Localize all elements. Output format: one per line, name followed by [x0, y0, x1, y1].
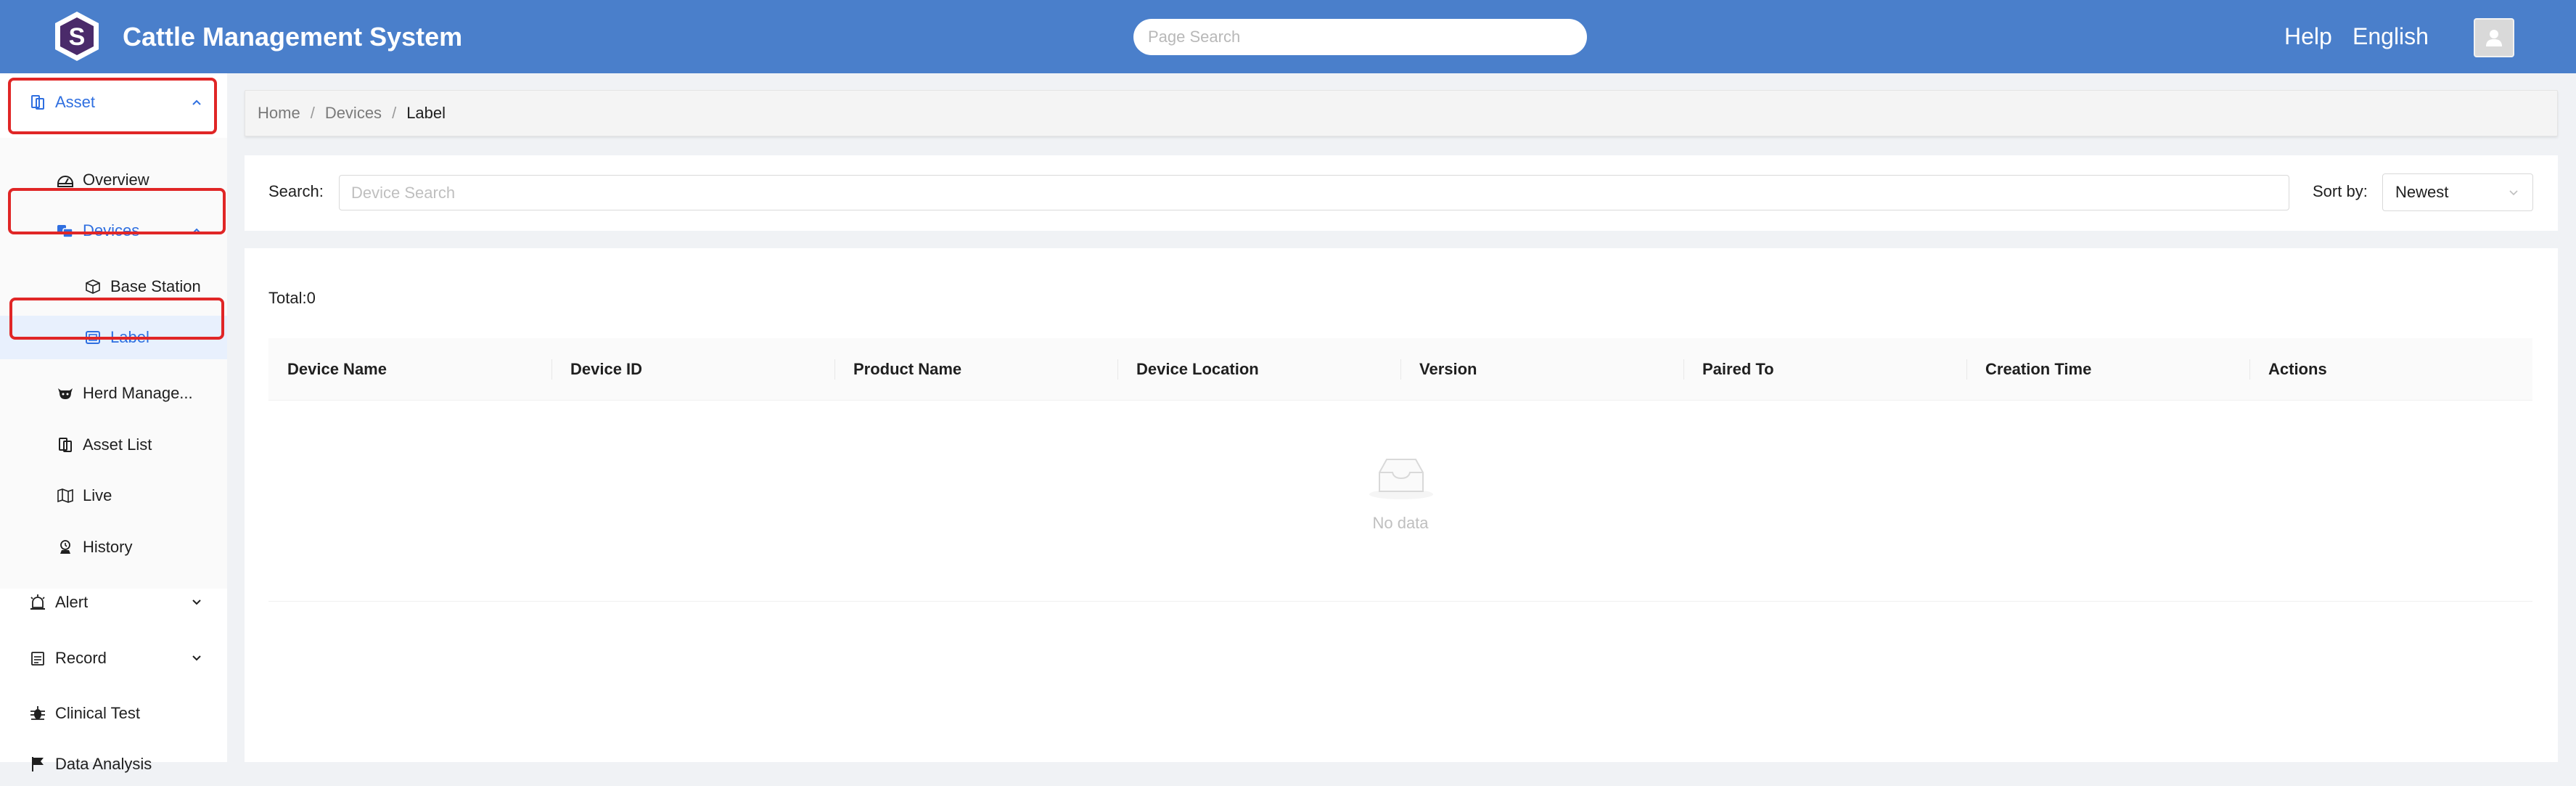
history-icon — [55, 537, 75, 557]
sidebar-item-label: Label — [110, 328, 149, 346]
sidebar-item-label: Alert — [55, 593, 89, 611]
chevron-up-icon — [192, 228, 201, 234]
breadcrumb-label: Label — [406, 104, 446, 122]
sidebar-item-overview[interactable]: Overview — [0, 158, 227, 202]
calendar-icon — [28, 648, 48, 668]
chevron-down-icon — [192, 655, 201, 661]
cow-icon — [55, 383, 75, 404]
column-header-paired-to[interactable]: Paired To — [1683, 338, 1966, 401]
total-count: Total:0 — [268, 289, 316, 307]
user-icon — [2486, 30, 2502, 46]
sidebar-item-label: Asset — [55, 93, 96, 111]
sidebar: Asset Overview Devices Base Station Labe… — [0, 73, 227, 773]
column-header-device-name[interactable]: Device Name — [268, 338, 551, 401]
table-header: Device Name Device ID Product Name Devic… — [268, 338, 2532, 401]
svg-text:S: S — [69, 23, 86, 51]
device-search-input[interactable] — [339, 175, 2289, 210]
sidebar-item-clinical-test[interactable]: Clinical Test — [0, 692, 227, 735]
sidebar-item-label: Overview — [83, 171, 149, 189]
sidebar-item-label: Data Analysis — [55, 755, 152, 773]
app-title: Cattle Management System — [123, 21, 463, 52]
alarm-icon — [28, 592, 48, 613]
breadcrumb-home[interactable]: Home — [258, 104, 300, 123]
sort-select-value: Newest — [2395, 183, 2449, 201]
empty-text: No data — [1372, 514, 1429, 532]
column-header-device-id[interactable]: Device ID — [551, 338, 834, 401]
sidebar-item-devices[interactable]: Devices — [0, 209, 227, 253]
flag-icon — [28, 754, 48, 774]
column-header-device-location[interactable]: Device Location — [1117, 338, 1400, 401]
sidebar-item-base-station[interactable]: Base Station — [0, 265, 227, 308]
chevron-up-icon — [192, 99, 201, 105]
language-selector[interactable]: English — [2353, 0, 2429, 73]
breadcrumb-separator: / — [310, 104, 315, 122]
asset-icon — [28, 92, 48, 112]
sidebar-item-label: History — [83, 538, 133, 556]
sort-label: Sort by: — [2313, 182, 2368, 200]
breadcrumb-devices[interactable]: Devices — [325, 104, 382, 123]
sidebar-item-label: Herd Manage... — [83, 384, 193, 402]
sidebar-item-live[interactable]: Live — [0, 474, 227, 517]
search-card: Search: Sort by: Newest — [245, 155, 2558, 231]
sidebar-item-label: Devices — [83, 221, 140, 240]
chevron-down-icon — [2509, 190, 2518, 196]
column-header-product-name[interactable]: Product Name — [834, 338, 1117, 401]
sidebar-item-alert[interactable]: Alert — [0, 581, 227, 624]
table-card: Total:0 Device Name Device ID Product Na… — [245, 248, 2558, 762]
column-header-creation-time[interactable]: Creation Time — [1966, 338, 2249, 401]
column-header-version[interactable]: Version — [1400, 338, 1683, 401]
chevron-down-icon — [192, 599, 201, 605]
sidebar-item-history[interactable]: History — [0, 525, 227, 569]
top-header: S Cattle Management System Help English — [0, 0, 2576, 73]
sidebar-item-label: Asset List — [83, 435, 152, 454]
sidebar-item-label: Base Station — [110, 277, 201, 295]
sidebar-item-record[interactable]: Record — [0, 636, 227, 680]
sidebar-item-label: Live — [83, 486, 112, 504]
bug-icon — [28, 703, 48, 724]
map-icon — [55, 486, 75, 506]
sidebar-item-asset-list[interactable]: Asset List — [0, 423, 227, 467]
sidebar-item-asset[interactable]: Asset — [0, 81, 227, 124]
column-header-actions: Actions — [2268, 360, 2327, 378]
sidebar-item-herd-management[interactable]: Herd Manage... — [0, 372, 227, 415]
list-icon — [55, 435, 75, 455]
user-avatar-button[interactable] — [2474, 18, 2514, 57]
app-logo[interactable]: S — [52, 10, 102, 62]
breadcrumb: Home / Devices / Label — [245, 90, 2558, 136]
help-link[interactable]: Help — [2284, 0, 2332, 73]
sidebar-item-label: Record — [55, 649, 107, 667]
sidebar-item-label-devices[interactable]: Label — [0, 316, 227, 359]
sidebar-item-label: Clinical Test — [55, 704, 140, 722]
devices-icon — [55, 221, 75, 241]
breadcrumb-separator: / — [392, 104, 397, 122]
empty-inbox-icon — [1369, 459, 1433, 499]
search-label: Search: — [268, 182, 324, 200]
cube-icon — [83, 277, 103, 297]
tag-icon — [83, 327, 103, 348]
page-search-input[interactable] — [1133, 19, 1587, 55]
sort-select[interactable]: Newest — [2382, 173, 2533, 211]
sidebar-item-data-analysis[interactable]: Data Analysis — [0, 742, 227, 786]
table-empty-state: No data — [268, 401, 2532, 602]
dashboard-icon — [55, 170, 75, 190]
